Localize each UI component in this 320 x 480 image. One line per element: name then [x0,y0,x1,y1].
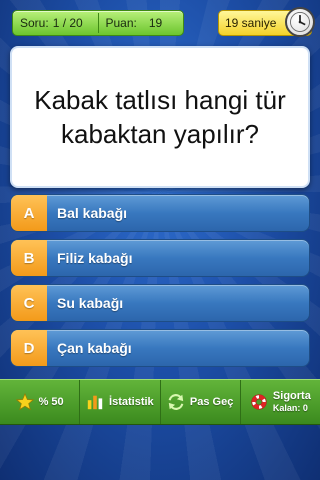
insurance-label: Sigorta [272,390,311,402]
bar-chart-icon [87,395,103,410]
answer-option-a[interactable]: A Bal kabağı [10,194,310,232]
answer-option-b[interactable]: B Filiz kabağı [10,239,310,277]
insurance-remaining: Kalan: 0 [272,403,308,413]
clock-icon [285,7,315,37]
statistics-button[interactable]: İstatistik [80,380,161,424]
question-counter-label: Soru: [20,16,49,30]
score-panel: Soru: 1 / 20 Puan: 19 [12,10,184,36]
jokers-toolbar: % 50 İstatistik Pas Geç Sigorta Kalan: 0 [0,379,320,425]
timer-panel: 19 saniye [218,7,315,37]
question-counter-value: 1 / 20 [52,16,83,30]
insurance-button[interactable]: Sigorta Kalan: 0 [241,380,320,424]
star-icon [15,393,34,411]
points-value: 19 [148,16,163,30]
answer-letter: A [11,195,47,231]
question-text: Kabak tatlısı hangi tür kabaktan yapılır… [34,85,286,149]
points-label: Puan: [105,16,137,30]
answer-label: Filiz kabağı [57,250,133,266]
swap-arrows-icon [168,394,184,410]
bottom-background [0,426,320,480]
answer-label: Su kabağı [57,295,124,311]
fifty-fifty-button[interactable]: % 50 [0,380,81,424]
timer-text: 19 saniye [225,16,277,30]
answer-label: Çan kabağı [57,340,132,356]
answer-option-d[interactable]: D Çan kabağı [10,329,310,367]
lifebuoy-icon [251,394,267,410]
answer-label: Bal kabağı [57,205,128,221]
pass-label: Pas Geç [189,396,234,408]
answer-list: A Bal kabağı B Filiz kabağı C Su kabağı … [10,194,310,374]
answer-letter: B [11,240,47,276]
pass-button[interactable]: Pas Geç [161,380,241,424]
insurance-text: Sigorta Kalan: 0 [273,390,311,414]
answer-letter: D [11,330,47,366]
top-bar: Soru: 1 / 20 Puan: 19 19 saniye [12,7,315,37]
fifty-fifty-label: % 50 [38,396,64,408]
points-display: Puan: 19 [99,16,184,30]
answer-letter: C [11,285,47,321]
question-card: Kabak tatlısı hangi tür kabaktan yapılır… [10,46,310,188]
statistics-label: İstatistik [109,396,154,408]
answer-option-c[interactable]: C Su kabağı [10,284,310,322]
question-counter: Soru: 1 / 20 [13,16,98,30]
